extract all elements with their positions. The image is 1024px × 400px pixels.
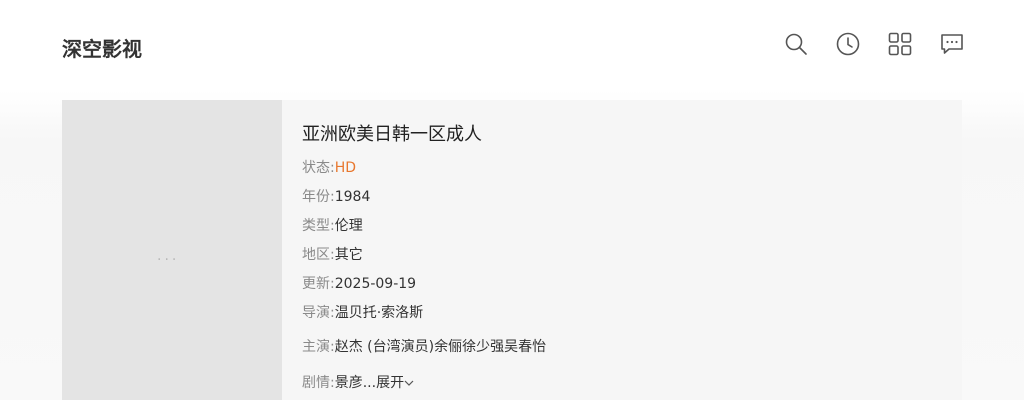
cast-value[interactable]: 赵杰 (台湾演员)余俪徐少强吴春怡 [335,339,546,355]
message-icon[interactable] [940,32,964,56]
history-icon[interactable] [836,32,860,56]
poster-loading-indicator: ··· [157,252,180,268]
year-label: 年份: [302,189,335,205]
region-label: 地区: [302,247,335,263]
poster-image[interactable]: ··· [62,100,282,400]
update-row: 更新:2025-09-19 [302,274,942,303]
region-value[interactable]: 其它 [335,247,363,263]
plot-row: 剧情:景彦...展开 [302,373,942,400]
grid-icon[interactable] [888,32,912,56]
type-label: 类型: [302,218,335,234]
type-row: 类型:伦理 [302,216,942,245]
status-value: HD [334,160,357,176]
director-value[interactable]: 温贝托·索洛斯 [335,305,423,321]
type-value[interactable]: 伦理 [335,218,363,234]
plot-label: 剧情: [302,375,335,391]
year-row: 年份:1984 [302,187,942,216]
status-row: 状态:HD [302,158,942,187]
update-label: 更新: [302,276,335,292]
video-info: 亚洲欧美日韩一区成人 状态:HD 年份:1984 类型:伦理 地区:其它 更新:… [302,122,942,400]
video-detail-card: ··· 亚洲欧美日韩一区成人 状态:HD 年份:1984 类型:伦理 地区:其它… [62,100,962,400]
cast-label: 主演: [302,339,335,355]
update-value: 2025-09-19 [334,276,417,292]
chevron-down-icon [404,380,414,386]
director-label: 导演: [302,305,335,321]
cast-row: 主演:赵杰 (台湾演员)余俪徐少强吴春怡 [302,337,942,371]
region-row: 地区:其它 [302,245,942,274]
director-row: 导演:温贝托·索洛斯 [302,303,942,337]
plot-value: 景彦... [334,375,377,391]
site-header: 深空影视 [0,0,1024,90]
year-value[interactable]: 1984 [335,189,371,205]
video-title: 亚洲欧美日韩一区成人 [302,124,482,145]
status-label: 状态: [302,160,335,176]
header-toolbar [784,32,964,56]
site-logo[interactable]: 深空影视 [62,33,142,62]
expand-button[interactable]: 展开 [376,375,414,391]
search-icon[interactable] [784,32,808,56]
expand-label: 展开 [376,375,405,391]
